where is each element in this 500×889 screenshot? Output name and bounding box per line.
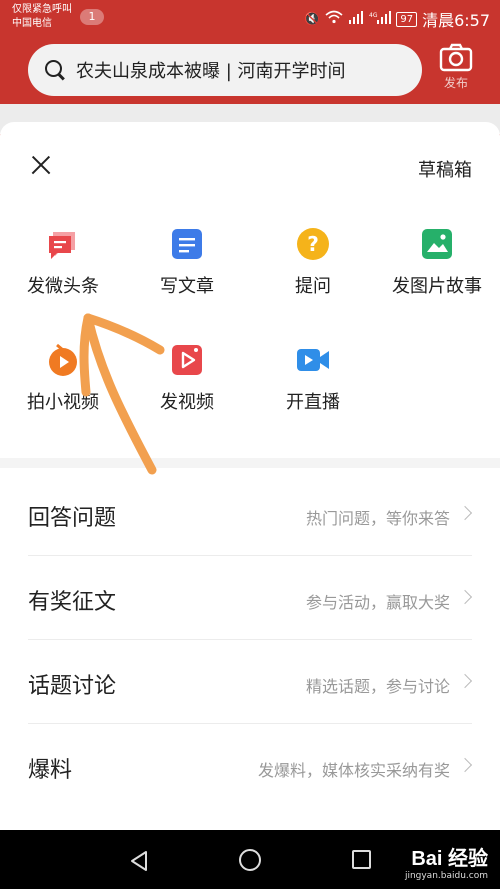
wifi-icon: [325, 10, 343, 28]
grid-label: 发图片故事: [392, 276, 482, 297]
live-icon: [297, 349, 329, 371]
list-item-tipoff[interactable]: 爆料 发爆料，媒体核实采纳有奖: [28, 724, 473, 808]
grid-item-article[interactable]: 写文章: [124, 226, 250, 298]
recent-apps-icon[interactable]: [352, 850, 371, 869]
micro-post-icon: [49, 232, 75, 259]
signal-icon: [348, 10, 364, 28]
grid-item-short-video[interactable]: 拍小视频: [0, 342, 126, 414]
grid-label: 拍小视频: [27, 392, 99, 413]
home-icon[interactable]: [239, 849, 261, 871]
chevron-right-icon: [457, 757, 473, 773]
grid-item-photo-story[interactable]: 发图片故事: [374, 226, 500, 298]
list-item-contest[interactable]: 有奖征文 参与活动，赢取大奖: [28, 556, 473, 640]
svg-text:4G: 4G: [369, 12, 378, 19]
publish-label: 发布: [443, 76, 468, 90]
system-nav-bar: Bai 经验 jingyan.baidu.com: [0, 830, 500, 889]
close-icon[interactable]: [26, 150, 56, 180]
search-bar[interactable]: 农夫山泉成本被曝 | 河南开学时间: [28, 44, 422, 96]
status-bar: 仅限紧急呼叫 中国电信 1 🔇 4G 97 清晨6:57: [0, 0, 500, 36]
list-subtitle: 发爆料，媒体核实采纳有奖: [257, 761, 450, 780]
publish-button[interactable]: 发布: [426, 42, 486, 100]
question-icon: ?: [297, 228, 329, 260]
carrier-line-name: 中国电信: [12, 18, 52, 29]
list-title: 爆料: [28, 758, 73, 783]
video-icon: [172, 345, 202, 375]
grid-label: 写文章: [160, 276, 214, 297]
watermark-logo: Bai 经验: [411, 848, 488, 870]
grid-label: 提问: [295, 276, 331, 297]
chevron-right-icon: [457, 589, 473, 605]
baidu-jingyan-watermark: Bai 经验 jingyan.baidu.com: [405, 842, 488, 881]
carrier-info: 仅限紧急呼叫 中国电信: [12, 3, 72, 31]
clock: 清晨6:57: [422, 11, 490, 30]
photo-story-icon: [422, 229, 452, 259]
grid-label: 开直播: [286, 392, 340, 413]
mute-icon: 🔇: [304, 11, 321, 27]
list-item-answer[interactable]: 回答问题 热门问题，等你来答: [28, 472, 473, 556]
watermark-url: jingyan.baidu.com: [404, 871, 488, 881]
list-title: 有奖征文: [28, 590, 117, 615]
svg-text:?: ?: [307, 232, 319, 256]
grid-label: 发微头条: [27, 276, 99, 297]
status-icons: 🔇 4G 97 清晨6:57: [304, 7, 490, 31]
list-subtitle: 参与活动，赢取大奖: [305, 593, 450, 612]
grid-item-live[interactable]: 开直播: [250, 342, 376, 414]
grid-label: 发视频: [160, 392, 214, 413]
section-divider: [0, 458, 500, 468]
search-icon: [44, 59, 66, 81]
list-subtitle: 精选话题，参与讨论: [305, 677, 450, 696]
grid-item-micro-post[interactable]: 发微头条: [0, 226, 126, 298]
chevron-right-icon: [457, 673, 473, 689]
list-title: 话题讨论: [28, 674, 117, 699]
grid-item-video[interactable]: 发视频: [124, 342, 250, 414]
list-item-topic[interactable]: 话题讨论 精选话题，参与讨论: [28, 640, 473, 724]
drafts-button[interactable]: 草稿箱: [418, 156, 472, 182]
top-header: 农夫山泉成本被曝 | 河南开学时间 发布: [0, 36, 500, 104]
camera-icon: [439, 43, 473, 72]
publish-sheet: 草稿箱 发微头条 写文章 ? 提问 发图片故事 拍小视频 发视频 开直播 回答问…: [0, 122, 500, 830]
battery-indicator: 97: [396, 11, 418, 27]
back-icon[interactable]: [128, 850, 150, 872]
article-icon: [172, 229, 202, 259]
grid-item-question[interactable]: ? 提问: [250, 226, 376, 298]
carrier-line-emergency: 仅限紧急呼叫: [12, 4, 72, 15]
notification-badge: 1: [80, 9, 104, 25]
signal-4g-icon: 4G: [369, 10, 392, 28]
chevron-right-icon: [457, 505, 473, 521]
list-subtitle: 热门问题，等你来答: [305, 509, 450, 528]
search-hot-words: 农夫山泉成本被曝 | 河南开学时间: [76, 61, 346, 82]
short-video-icon: [49, 343, 77, 376]
list-title: 回答问题: [28, 506, 117, 531]
